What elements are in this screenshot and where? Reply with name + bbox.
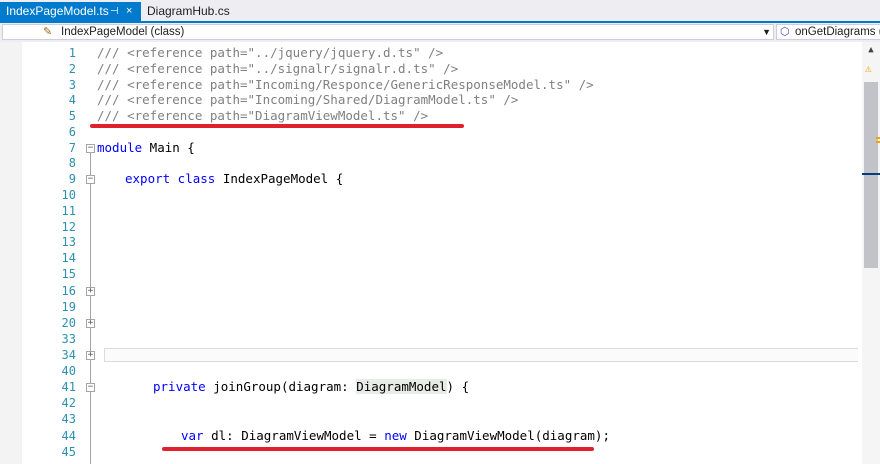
tab-label: IndexPageModel.ts <box>6 4 109 18</box>
keyword: private <box>153 379 206 394</box>
class-dropdown-label: IndexPageModel (class) <box>61 26 185 38</box>
code-text: Main { <box>142 140 195 155</box>
line-number: 9 <box>68 172 76 186</box>
line-number: 5 <box>68 109 76 123</box>
line-number: 8 <box>68 156 76 170</box>
code-line-7: module Main { <box>97 140 195 156</box>
code-text: ) { <box>446 379 470 394</box>
line-number: 16 <box>61 284 76 298</box>
line-number: 34 <box>61 348 76 362</box>
navigation-bar: ✎ IndexPageModel (class) ▼ ⬡ onGetDiagra… <box>0 23 880 43</box>
expand-toggle[interactable]: + <box>86 287 95 296</box>
collapse-toggle[interactable]: − <box>86 383 95 392</box>
line-number: 15 <box>61 267 76 281</box>
code-line-5: /// <reference path="DiagramViewModel.ts… <box>97 108 428 124</box>
line-number: 6 <box>68 125 76 139</box>
line-number: 14 <box>61 251 76 265</box>
line-number: 7 <box>68 141 76 155</box>
line-number: 20 <box>61 316 76 330</box>
collapse-toggle[interactable]: − <box>86 144 95 153</box>
keyword: module <box>97 140 143 155</box>
class-dropdown[interactable]: ✎ IndexPageModel (class) ▼ <box>2 24 774 40</box>
comment: /// <reference path="../signalr/signalr.… <box>97 61 459 76</box>
line-number: 11 <box>61 204 76 218</box>
red-underline <box>90 124 464 128</box>
line-number: 44 <box>61 429 76 443</box>
warning-icon[interactable]: ⚠ <box>865 62 872 75</box>
code-line-3: /// <reference path="Incoming/Responce/G… <box>97 77 594 93</box>
line-number: 4 <box>68 93 76 107</box>
line-number: 12 <box>61 220 76 234</box>
tab-diagramhub[interactable]: DiagramHub.cs <box>141 2 236 21</box>
caret-position-marker <box>862 173 880 175</box>
keyword: new <box>384 428 407 443</box>
line-number: 3 <box>68 78 76 92</box>
class-icon: ✎ <box>43 26 53 38</box>
code-line-4: /// <reference path="Incoming/Shared/Dia… <box>97 92 518 108</box>
code-text: dl: DiagramViewModel = <box>203 428 385 443</box>
type-reference: DiagramModel <box>356 379 447 394</box>
comment: /// <reference path="DiagramViewModel.ts… <box>97 108 429 123</box>
scrollbar-thumb[interactable] <box>864 82 878 268</box>
code-line-41: private joinGroup(diagram: DiagramModel)… <box>153 379 469 395</box>
chevron-down-icon[interactable]: ▼ <box>762 25 771 39</box>
line-number: 19 <box>61 300 76 314</box>
code-text: joinGroup(diagram: <box>205 379 357 394</box>
comment: /// <reference path="../jquery/jquery.d.… <box>97 45 444 60</box>
close-icon[interactable]: × <box>126 2 132 21</box>
code-line-44: var dl: DiagramViewModel = new DiagramVi… <box>181 428 610 444</box>
comment: /// <reference path="Incoming/Responce/G… <box>97 77 594 92</box>
code-line-1: /// <reference path="../jquery/jquery.d.… <box>97 45 443 61</box>
line-number: 43 <box>61 412 76 426</box>
member-dropdown-label: onGetDiagrams (n <box>795 26 880 38</box>
code-text: DiagramViewModel(diagram); <box>406 428 610 443</box>
collapse-toggle[interactable]: − <box>86 175 95 184</box>
scroll-up-icon[interactable]: ▲ <box>862 42 880 58</box>
pin-icon[interactable]: ⊣ <box>110 2 119 21</box>
change-marker <box>876 137 880 139</box>
keyword: var <box>181 428 204 443</box>
line-number: 41 <box>61 380 76 394</box>
indicator-margin <box>0 42 22 464</box>
keyword: export class <box>125 171 216 186</box>
line-number: 33 <box>61 332 76 346</box>
code-editor[interactable]: 1 2 3 4 5 6 7 8 9 10 11 12 13 14 15 16 1… <box>0 42 862 464</box>
method-icon: ⬡ <box>780 26 790 38</box>
line-number: 1 <box>68 46 76 60</box>
vertical-scrollbar[interactable]: ▲ ⚠ <box>862 42 880 464</box>
expand-toggle[interactable]: + <box>86 351 95 360</box>
tab-strip: IndexPageModel.ts ⊣ × DiagramHub.cs <box>0 0 880 23</box>
red-underline <box>162 447 594 451</box>
code-line-2: /// <reference path="../signalr/signalr.… <box>97 61 458 77</box>
tab-label: DiagramHub.cs <box>147 4 230 18</box>
code-text: IndexPageModel { <box>215 171 344 186</box>
comment: /// <reference path="Incoming/Shared/Dia… <box>97 92 519 107</box>
outline-guide <box>90 153 91 464</box>
line-number: 42 <box>61 396 76 410</box>
code-line-9: export class IndexPageModel { <box>125 171 343 187</box>
member-dropdown[interactable]: ⬡ onGetDiagrams (n <box>776 24 880 40</box>
tab-indexpagemodel[interactable]: IndexPageModel.ts ⊣ × <box>0 2 141 21</box>
line-number: 10 <box>61 188 76 202</box>
line-number: 13 <box>61 235 76 249</box>
line-number: 45 <box>61 445 76 459</box>
collapsed-region-indicator <box>104 348 858 362</box>
expand-toggle[interactable]: + <box>86 319 95 328</box>
line-number: 40 <box>61 364 76 378</box>
line-number: 2 <box>68 62 76 76</box>
